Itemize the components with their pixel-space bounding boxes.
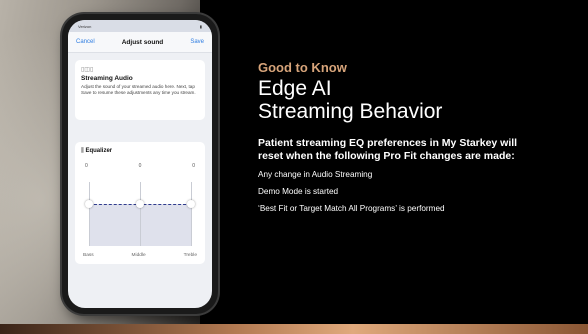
cancel-button[interactable]: Cancel [76,39,95,45]
eq-value-treble: 0 [192,163,195,169]
phone-mockup: Verizon ▮ Cancel Adjust sound Save ▯◫▯ S… [62,14,218,314]
streaming-icon: ▯◫▯ [81,67,94,73]
eyebrow-heading: Good to Know [258,60,347,75]
eq-slider-treble[interactable] [187,200,195,208]
nav-bar: Cancel Adjust sound Save [68,32,212,53]
eq-value-bass: 0 [85,163,88,169]
nav-title: Adjust sound [121,38,164,46]
battery-icon: ▮ [199,23,202,29]
bottom-accent-bar [0,324,588,334]
eq-track-treble [191,182,192,246]
lead-text: Patient streaming EQ preferences in My S… [258,137,518,162]
status-bar: Verizon ▮ [68,20,212,32]
eq-slider-bass[interactable] [85,200,93,208]
slide: Verizon ▮ Cancel Adjust sound Save ▯◫▯ S… [0,0,588,334]
bullet-item: Any change in Audio Streaming [258,170,373,179]
eq-label-treble: Treble [183,253,197,258]
equalizer-band-labels: Bass Middle Treble [83,253,197,258]
phone-screen: Verizon ▮ Cancel Adjust sound Save ▯◫▯ S… [68,20,212,308]
save-button[interactable]: Save [190,39,204,45]
equalizer-card: ⫼ Equalizer 0 0 0 Bass Middle Treble [75,142,205,264]
carrier-label: Verizon [78,23,92,29]
equalizer-label: Equalizer [85,148,113,154]
streaming-title: Streaming Audio [81,75,133,82]
page-title: Edge AI Streaming Behavior [258,77,578,123]
bullet-item: ‘Best Fit or Target Match All Programs’ … [258,204,445,213]
equalizer-values: 0 0 0 [81,163,199,169]
streaming-description: Adjust the sound of your streamed audio … [81,84,196,95]
eq-value-middle: 0 [138,163,142,169]
title-line-2: Streaming Behavior [258,100,443,123]
eq-track-bass [89,182,90,246]
eq-track-middle [140,182,141,246]
eq-label-middle: Middle [131,253,146,258]
info-panel: Good to Know Edge AI Streaming Behavior … [258,60,578,213]
streaming-card: ▯◫▯ Streaming Audio Adjust the sound of … [75,60,205,120]
title-line-1: Edge AI [258,77,332,100]
bullet-item: Demo Mode is started [258,187,339,196]
eq-slider-middle[interactable] [136,200,144,208]
equalizer-graph [83,182,197,246]
equalizer-title: ⫼ Equalizer [81,148,199,155]
eq-label-bass: Bass [83,253,94,258]
